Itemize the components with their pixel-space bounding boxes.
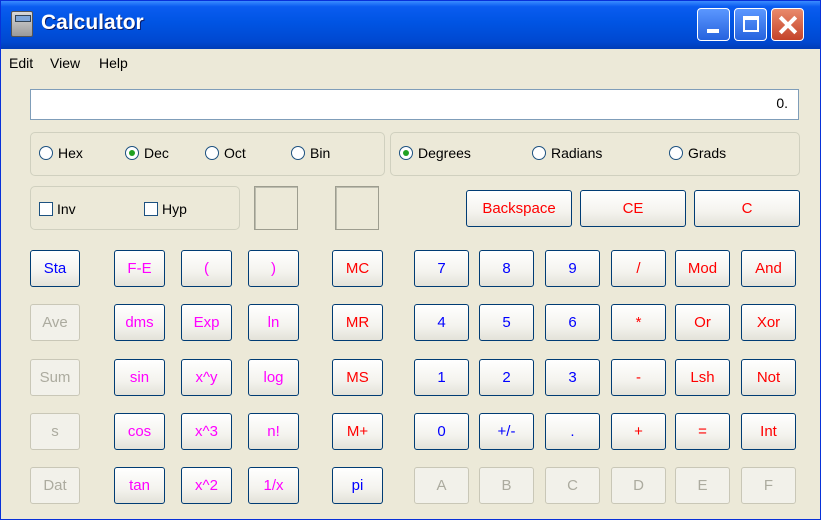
key-or[interactable]: Or (675, 304, 730, 341)
clear-entry-button[interactable]: CE (580, 190, 686, 227)
key-7[interactable]: 7 (414, 250, 469, 287)
checkbox-box (39, 202, 53, 216)
close-button[interactable] (771, 8, 804, 41)
key-3[interactable]: 3 (545, 359, 600, 396)
radio-circle (291, 146, 305, 160)
key-8[interactable]: 8 (479, 250, 534, 287)
radio-circle (205, 146, 219, 160)
key-dot[interactable]: . (545, 413, 600, 450)
stat-button-sum: Sum (30, 359, 80, 396)
radio-grads[interactable]: Grads (669, 145, 726, 161)
key-mod[interactable]: Mod (675, 250, 730, 287)
memory-button-mplus[interactable]: M+ (332, 413, 383, 450)
function-button-xpow2[interactable]: x^2 (181, 467, 232, 504)
title-bar[interactable]: Calculator (1, 1, 820, 49)
memory-indicator (335, 186, 379, 230)
stat-button-sta[interactable]: Sta (30, 250, 80, 287)
radio-circle (669, 146, 683, 160)
window-title: Calculator (41, 11, 144, 34)
function-button-xpow3[interactable]: x^3 (181, 413, 232, 450)
function-button-tan[interactable]: tan (114, 467, 165, 504)
function-button-log[interactable]: log (248, 359, 299, 396)
key-5[interactable]: 5 (479, 304, 534, 341)
key-4[interactable]: 4 (414, 304, 469, 341)
checkbox-inv[interactable]: Inv (39, 201, 76, 217)
radio-hex[interactable]: Hex (39, 145, 83, 161)
radio-dec[interactable]: Dec (125, 145, 169, 161)
checkbox-box (144, 202, 158, 216)
key-minus[interactable]: - (611, 359, 666, 396)
key-a: A (414, 467, 469, 504)
key-plus[interactable]: + (611, 413, 666, 450)
parenthesis-indicator (254, 186, 298, 230)
function-button-sin[interactable]: sin (114, 359, 165, 396)
stat-button-dat: Dat (30, 467, 80, 504)
radio-degrees[interactable]: Degrees (399, 145, 471, 161)
key-lsh[interactable]: Lsh (675, 359, 730, 396)
key-equals[interactable]: = (675, 413, 730, 450)
function-button-lparen[interactable]: ( (181, 250, 232, 287)
memory-button-mc[interactable]: MC (332, 250, 383, 287)
key-b: B (479, 467, 534, 504)
radio-circle (39, 146, 53, 160)
stat-button-s: s (30, 413, 80, 450)
function-button-ln[interactable]: ln (248, 304, 299, 341)
calculator-icon (11, 11, 33, 37)
radio-radians[interactable]: Radians (532, 145, 602, 161)
key-c: C (545, 467, 600, 504)
calculator-window: Calculator Edit View Help 0. Hex Dec Oct… (0, 0, 821, 520)
radio-oct[interactable]: Oct (205, 145, 246, 161)
key-d: D (611, 467, 666, 504)
calculator-display[interactable]: 0. (30, 89, 799, 120)
radio-circle-selected (399, 146, 413, 160)
radio-circle (532, 146, 546, 160)
key-times[interactable]: * (611, 304, 666, 341)
backspace-button[interactable]: Backspace (466, 190, 572, 227)
function-button-dms[interactable]: dms (114, 304, 165, 341)
key-int[interactable]: Int (741, 413, 796, 450)
key-not[interactable]: Not (741, 359, 796, 396)
menu-view[interactable]: View (50, 55, 80, 71)
checkbox-hyp[interactable]: Hyp (144, 201, 187, 217)
maximize-button[interactable] (734, 8, 767, 41)
key-0[interactable]: 0 (414, 413, 469, 450)
function-button-fminuse[interactable]: F-E (114, 250, 165, 287)
key-and[interactable]: And (741, 250, 796, 287)
radio-circle-selected (125, 146, 139, 160)
minimize-button[interactable] (697, 8, 730, 41)
memory-button-ms[interactable]: MS (332, 359, 383, 396)
key-9[interactable]: 9 (545, 250, 600, 287)
memory-button-pi[interactable]: pi (332, 467, 383, 504)
key-slash[interactable]: / (611, 250, 666, 287)
key-e: E (675, 467, 730, 504)
key-1[interactable]: 1 (414, 359, 469, 396)
key-6[interactable]: 6 (545, 304, 600, 341)
key-2[interactable]: 2 (479, 359, 534, 396)
memory-button-mr[interactable]: MR (332, 304, 383, 341)
key-plusslashminus[interactable]: +/- (479, 413, 534, 450)
key-xor[interactable]: Xor (741, 304, 796, 341)
stat-button-ave: Ave (30, 304, 80, 341)
function-button-exp[interactable]: Exp (181, 304, 232, 341)
function-button-nfact[interactable]: n! (248, 413, 299, 450)
clear-button[interactable]: C (694, 190, 800, 227)
radio-bin[interactable]: Bin (291, 145, 330, 161)
function-button-rparen[interactable]: ) (248, 250, 299, 287)
key-f: F (741, 467, 796, 504)
menu-help[interactable]: Help (99, 55, 128, 71)
function-button-xpowy[interactable]: x^y (181, 359, 232, 396)
function-button-cos[interactable]: cos (114, 413, 165, 450)
menu-edit[interactable]: Edit (9, 55, 33, 71)
menu-bar: Edit View Help (1, 51, 820, 77)
display-value: 0. (776, 95, 788, 111)
function-button-1slashx[interactable]: 1/x (248, 467, 299, 504)
